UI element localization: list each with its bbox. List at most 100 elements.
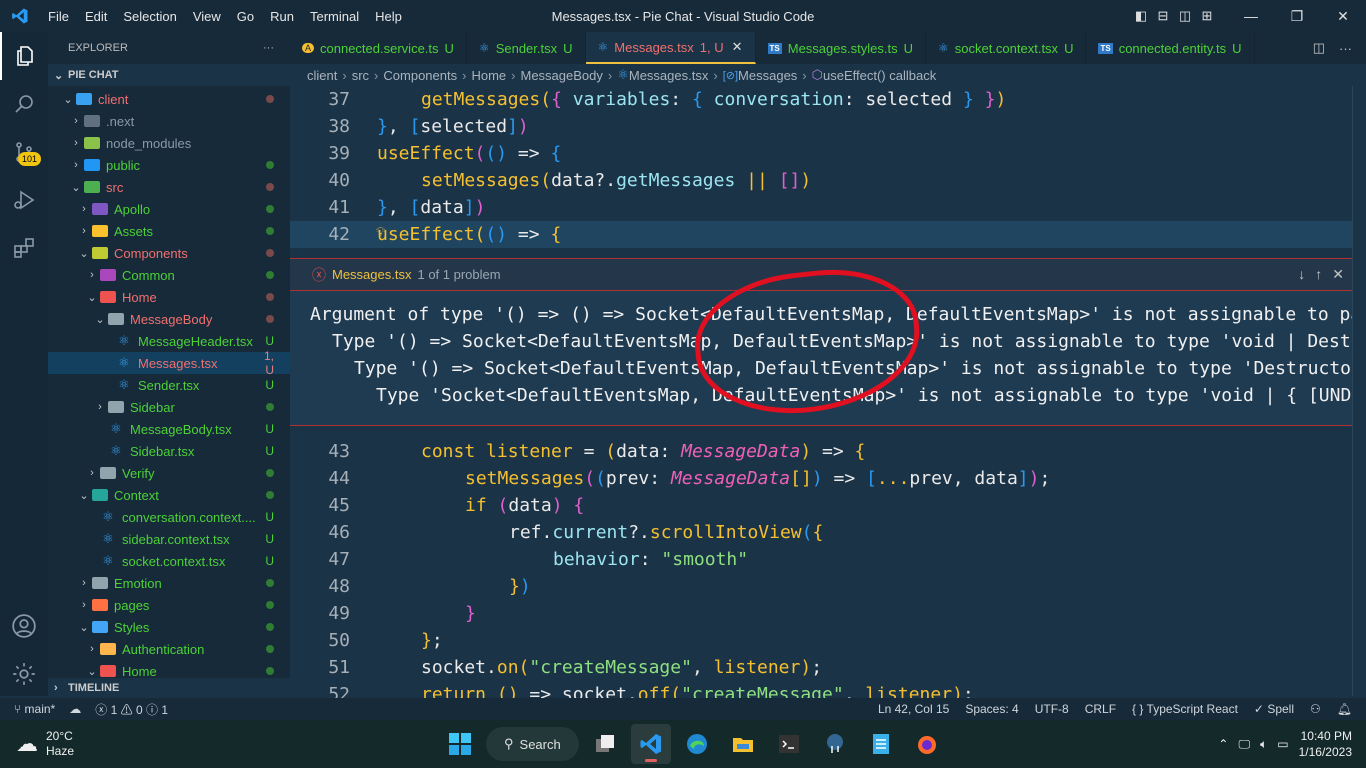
breadcrumb-item[interactable]: Messages.tsx — [629, 68, 708, 83]
network-icon[interactable]: 🖵︎ — [1238, 737, 1250, 752]
toggle-panel-icon[interactable]: ⊟ — [1152, 8, 1174, 24]
menu-view[interactable]: View — [185, 9, 229, 24]
next-problem-icon[interactable]: ↓ — [1298, 266, 1305, 283]
encoding[interactable]: UTF-8 — [1035, 702, 1069, 716]
indentation[interactable]: Spaces: 4 — [965, 702, 1018, 716]
manage-gear-icon[interactable] — [0, 650, 48, 698]
menu-help[interactable]: Help — [367, 9, 410, 24]
tree-file[interactable]: ⚛ MessageHeader.tsx U — [48, 330, 290, 352]
explorer-icon[interactable] — [0, 32, 48, 80]
sync-cloud-icon[interactable]: ☁ — [69, 702, 81, 716]
code-line[interactable]: 49} — [290, 600, 1352, 627]
tree-folder[interactable]: ⌄ Styles — [48, 616, 290, 638]
split-editor-icon[interactable]: ◫ — [1313, 40, 1325, 56]
file-explorer-icon[interactable] — [723, 724, 763, 764]
code-line[interactable]: 46 ref.current?.scrollIntoView({ — [290, 519, 1352, 546]
peek-file-name[interactable]: Messages.tsx — [332, 267, 411, 282]
minimize-button[interactable]: — — [1228, 8, 1274, 24]
editor-tab[interactable]: ⚛ Sender.tsx U — [467, 32, 586, 64]
line-ending[interactable]: CRLF — [1085, 702, 1116, 716]
breadcrumb-item[interactable]: client — [307, 68, 337, 83]
problems-status[interactable]: ⓧ 1 ⚠ 0 ⓘ 1 — [95, 701, 168, 718]
menu-go[interactable]: Go — [229, 9, 262, 24]
language-mode[interactable]: { } TypeScript React — [1132, 702, 1238, 716]
code-line[interactable]: 51 socket.on("createMessage", listener); — [290, 654, 1352, 681]
feedback-icon[interactable]: ⚇ — [1310, 702, 1321, 716]
tree-file[interactable]: ⚛ conversation.context.... U — [48, 506, 290, 528]
menu-run[interactable]: Run — [262, 9, 302, 24]
taskbar-search[interactable]: ⚲ Search — [486, 727, 579, 761]
close-tab-icon[interactable]: ✕ — [732, 39, 743, 55]
tree-folder[interactable]: › Sidebar — [48, 396, 290, 418]
editor-tab[interactable]: ⚛ Messages.tsx 1, U ✕ — [585, 32, 756, 64]
volume-icon[interactable]: 🔈︎ — [1260, 737, 1267, 752]
more-actions-icon[interactable]: ··· — [1339, 41, 1352, 56]
workspace-section-header[interactable]: ⌄ PIE CHAT — [48, 64, 290, 86]
tree-file[interactable]: ⚛ socket.context.tsx U — [48, 550, 290, 572]
close-window-button[interactable]: ✕ — [1320, 8, 1366, 25]
code-editor[interactable]: ⓧ Messages.tsx 1 of 1 problem ↓ ↑ ✕ Argu… — [290, 86, 1366, 705]
accounts-icon[interactable] — [0, 602, 48, 650]
tree-folder[interactable]: › Authentication — [48, 638, 290, 660]
code-line[interactable]: 50}; — [290, 627, 1352, 654]
editor-scrollbar[interactable] — [1352, 86, 1366, 696]
tree-folder[interactable]: ⌄ Home — [48, 286, 290, 308]
code-line[interactable]: 42 useEffect(() => {💡︎ — [290, 221, 1352, 248]
breadcrumb-item[interactable]: src — [352, 68, 369, 83]
branch-status[interactable]: ⑂ main* — [14, 702, 55, 716]
breadcrumb-item[interactable]: Messages — [738, 68, 797, 83]
notifications-bell-icon[interactable]: 🔔︎ — [1337, 702, 1352, 716]
search-icon[interactable] — [0, 80, 48, 128]
customize-layout-icon[interactable]: ⊞ — [1196, 8, 1218, 24]
tree-folder[interactable]: › Apollo — [48, 198, 290, 220]
code-line[interactable]: 47 behavior: "smooth" — [290, 546, 1352, 573]
close-peek-icon[interactable]: ✕ — [1332, 266, 1344, 283]
menu-terminal[interactable]: Terminal — [302, 9, 367, 24]
previous-problem-icon[interactable]: ↑ — [1315, 266, 1322, 283]
clock[interactable]: 10:40 PM 1/16/2023 — [1299, 728, 1352, 760]
editor-tab[interactable]: TS connected.entity.ts U — [1086, 32, 1255, 64]
breadcrumb-item[interactable]: useEffect() callback — [823, 68, 936, 83]
tree-folder[interactable]: › public — [48, 154, 290, 176]
firefox-icon[interactable] — [907, 724, 947, 764]
start-button-icon[interactable] — [440, 724, 480, 764]
tree-file[interactable]: ⚛ sidebar.context.tsx U — [48, 528, 290, 550]
toggle-primary-sidebar-icon[interactable]: ◧ — [1130, 8, 1152, 24]
task-view-icon[interactable] — [585, 724, 625, 764]
code-line[interactable]: 38}, [selected]) — [290, 113, 1352, 140]
battery-icon[interactable]: ▭ — [1277, 737, 1288, 751]
tree-folder[interactable]: ⌄ Context — [48, 484, 290, 506]
tree-folder[interactable]: ⌄ Components — [48, 242, 290, 264]
tree-file[interactable]: ⚛ Sender.tsx U — [48, 374, 290, 396]
terminal-icon[interactable] — [769, 724, 809, 764]
cursor-position[interactable]: Ln 42, Col 15 — [878, 702, 949, 716]
editor-tab[interactable]: Aconnected.service.ts U — [290, 32, 467, 64]
vscode-taskbar-icon[interactable] — [630, 724, 671, 764]
tree-folder[interactable]: › pages — [48, 594, 290, 616]
edge-browser-icon[interactable] — [677, 724, 717, 764]
show-hidden-icons-chevron-icon[interactable]: ⌃ — [1218, 737, 1228, 751]
editor-tab[interactable]: TS Messages.styles.ts U — [756, 32, 926, 64]
tree-folder[interactable]: ⌄ client — [48, 88, 290, 110]
weather-widget[interactable]: ☁ 20°C Haze — [0, 729, 74, 759]
breadcrumb-item[interactable]: MessageBody — [520, 68, 602, 83]
code-line[interactable]: 37 getMessages({ variables: { conversatio… — [290, 86, 1352, 113]
code-line[interactable]: 40 setMessages(data?.getMessages || []) — [290, 167, 1352, 194]
toggle-secondary-sidebar-icon[interactable]: ◫ — [1174, 8, 1196, 24]
code-line[interactable]: 39 useEffect(() => { — [290, 140, 1352, 167]
breadcrumb-item[interactable]: Home — [471, 68, 506, 83]
menu-edit[interactable]: Edit — [77, 9, 115, 24]
code-line[interactable]: 48}) — [290, 573, 1352, 600]
code-line[interactable]: 45 if (data) { — [290, 492, 1352, 519]
editor-tab[interactable]: ⚛ socket.context.tsx U — [926, 32, 1087, 64]
tree-file[interactable]: ⚛ Messages.tsx 1, U — [48, 349, 290, 377]
tree-file[interactable]: ⚛ MessageBody.tsx U — [48, 418, 290, 440]
tree-folder[interactable]: › node_modules — [48, 132, 290, 154]
explorer-more-button[interactable]: ··· — [263, 42, 274, 54]
menu-file[interactable]: File — [40, 9, 77, 24]
tree-file[interactable]: ⚛ Sidebar.tsx U — [48, 440, 290, 462]
restore-button[interactable]: ❐ — [1274, 8, 1320, 25]
tree-folder[interactable]: › Common — [48, 264, 290, 286]
extensions-icon[interactable] — [0, 224, 48, 272]
timeline-section-header[interactable]: › TIMELINE — [48, 678, 290, 698]
